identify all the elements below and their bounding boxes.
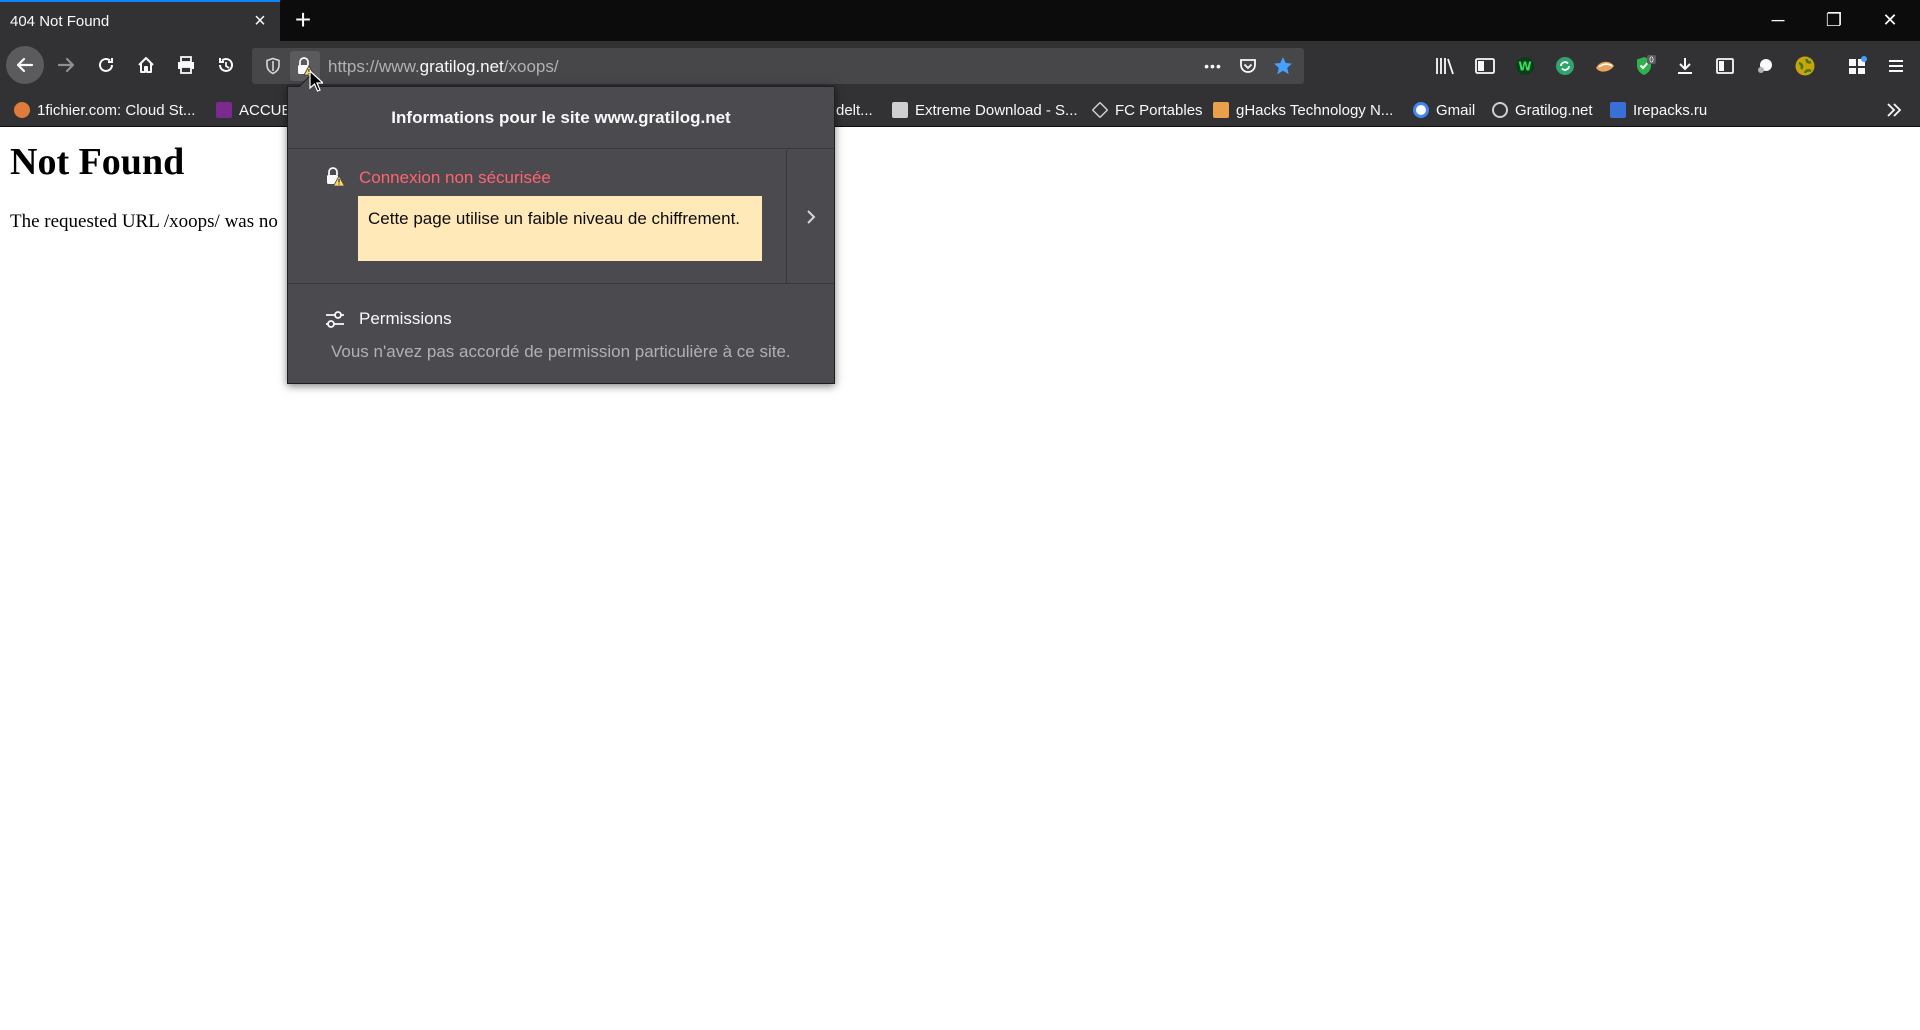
extension-sync-icon[interactable]: [1551, 52, 1579, 80]
mouse-cursor-icon: [309, 70, 323, 92]
sidebar-icon[interactable]: [1471, 52, 1499, 80]
page-heading: Not Found: [10, 141, 185, 183]
bookmark-item[interactable]: Extreme Download - S...: [892, 100, 1078, 120]
reload-icon: [99, 57, 113, 72]
navigation-toolbar: https://www.gratilog.net/xoops/ ••• W 0: [0, 41, 1920, 91]
new-tab-button[interactable]: +: [288, 5, 318, 35]
downloads-icon[interactable]: [1671, 52, 1699, 80]
window-close-button[interactable]: ✕: [1862, 0, 1918, 41]
popup-title: Informations pour le site www.gratilog.n…: [288, 87, 834, 149]
print-icon: [178, 56, 194, 74]
site-identity-popup: Informations pour le site www.gratilog.n…: [287, 76, 835, 384]
home-button[interactable]: [129, 48, 163, 82]
back-button[interactable]: [6, 46, 44, 84]
tab-404-not-found[interactable]: 404 Not Found ×: [0, 0, 280, 41]
forward-arrow-icon: [57, 57, 75, 73]
permissions-sliders-icon: [326, 311, 344, 328]
bookmark-item[interactable]: gHacks Technology N...: [1213, 100, 1393, 120]
hamburger-menu-icon[interactable]: [1882, 52, 1910, 80]
back-arrow-icon: [16, 57, 34, 73]
permissions-title: Permissions: [359, 309, 452, 328]
bookmark-favicon-icon: [1091, 101, 1109, 119]
extension-globe-icon[interactable]: [1791, 52, 1819, 80]
bookmark-favicon-icon: [1213, 102, 1229, 118]
bookmark-star-icon[interactable]: [1268, 51, 1298, 81]
forward-button[interactable]: [49, 48, 83, 82]
extensions-puzzle-icon[interactable]: [1843, 52, 1871, 80]
reload-button[interactable]: [89, 48, 123, 82]
url-scheme: https://www.: [328, 57, 420, 76]
url-bar[interactable]: https://www.gratilog.net/xoops/ •••: [252, 48, 1304, 84]
bookmark-item[interactable]: delt...: [836, 100, 873, 120]
extension-shield-icon[interactable]: 0: [1631, 52, 1659, 80]
bookmark-item[interactable]: FC Portables: [1091, 100, 1203, 120]
restore-button[interactable]: ❐: [1806, 0, 1862, 41]
print-button[interactable]: [169, 48, 203, 82]
history-button[interactable]: [209, 48, 243, 82]
page-message: The requested URL /xoops/ was no: [10, 211, 278, 232]
tab-strip: 404 Not Found × + ─ ❐ ✕: [0, 0, 1920, 41]
extension-badge-count: 0: [1649, 56, 1654, 65]
bookmark-item[interactable]: ACCUE: [216, 100, 292, 120]
connection-insecure-label: Connexion non sécurisée: [359, 168, 551, 187]
weak-encryption-warning: Cette page utilise un faible niveau de c…: [358, 196, 762, 261]
permissions-description: Vous n'avez pas accordé de permission pa…: [331, 342, 791, 361]
url-host: gratilog.net: [419, 57, 504, 76]
bookmarks-overflow-chevron-icon[interactable]: [1884, 100, 1904, 120]
bookmark-item[interactable]: Gratilog.net: [1492, 100, 1593, 120]
bookmark-item[interactable]: 1fichier.com: Cloud St...: [14, 100, 195, 120]
reader-view-icon[interactable]: [1711, 52, 1739, 80]
bookmark-item[interactable]: Gmail: [1413, 100, 1475, 120]
svg-text:W: W: [1518, 60, 1531, 74]
library-icon[interactable]: [1431, 52, 1459, 80]
tab-title: 404 Not Found: [10, 13, 110, 30]
bookmark-globe-icon: [1492, 102, 1508, 118]
extension-ghost-icon[interactable]: [1751, 52, 1779, 80]
tracking-protection-shield-icon[interactable]: [258, 51, 288, 81]
extension-stylish-icon[interactable]: [1591, 52, 1619, 80]
bookmark-item[interactable]: Irepacks.ru: [1610, 100, 1707, 120]
chevron-right-icon: [806, 210, 815, 224]
insecure-lock-warning-icon: [327, 167, 346, 187]
history-icon: [219, 57, 233, 72]
url-text[interactable]: https://www.gratilog.net/xoops/: [328, 57, 559, 77]
bookmark-favicon-icon: [216, 102, 232, 118]
tab-close-icon[interactable]: ×: [248, 9, 272, 33]
page-actions-menu-icon[interactable]: •••: [1198, 51, 1228, 81]
minimize-button[interactable]: ─: [1750, 0, 1806, 41]
connection-details-button[interactable]: [786, 150, 834, 284]
bookmark-favicon-icon: [1610, 102, 1626, 118]
url-path: /xoops/: [503, 57, 559, 76]
pocket-icon[interactable]: [1233, 51, 1263, 81]
bookmark-favicon-icon: [1413, 102, 1429, 118]
bookmark-favicon-icon: [14, 102, 30, 118]
connection-security-section[interactable]: Connexion non sécurisée Cette page utili…: [288, 150, 834, 284]
bookmark-favicon-icon: [892, 102, 908, 118]
extension-w-icon[interactable]: W: [1511, 52, 1539, 80]
home-icon: [138, 57, 154, 73]
